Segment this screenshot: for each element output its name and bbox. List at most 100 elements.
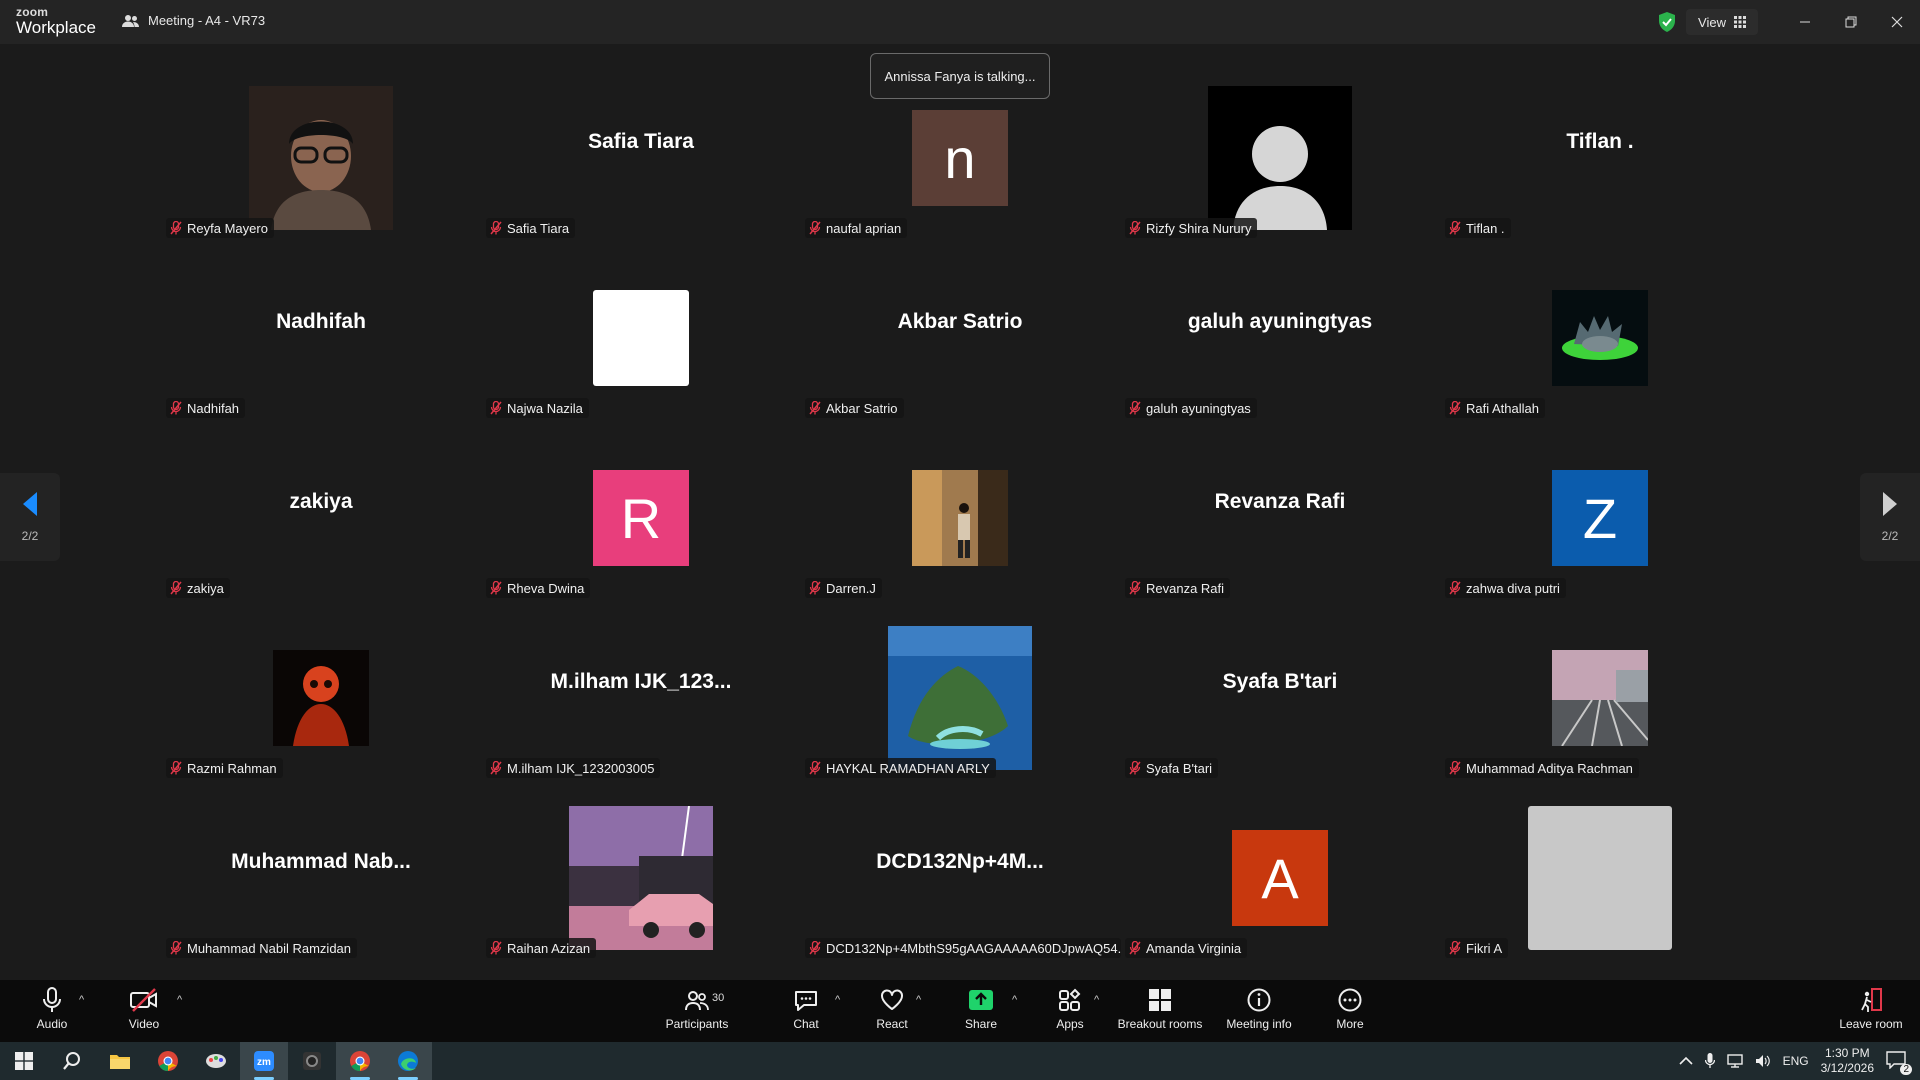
participant-tile[interactable]: Rafi Athallah bbox=[1441, 250, 1759, 426]
participant-tile[interactable]: Fikri A bbox=[1441, 790, 1759, 966]
microphone-muted-icon bbox=[490, 941, 502, 955]
participant-tile[interactable]: R Rheva Dwina bbox=[482, 430, 800, 606]
participant-name: Reyfa Mayero bbox=[187, 220, 268, 236]
participant-tile[interactable]: Zzahwa diva putri bbox=[1441, 430, 1759, 606]
tray-microphone-icon[interactable] bbox=[1704, 1053, 1715, 1069]
meeting-title-text: Meeting - A4 - VR73 bbox=[148, 13, 266, 28]
participant-name: Rafi Athallah bbox=[1466, 400, 1539, 416]
apps-button[interactable]: Apps bbox=[1050, 986, 1090, 1038]
meeting-title[interactable]: Meeting - A4 - VR73 bbox=[122, 13, 265, 28]
taskbar-app-paint[interactable] bbox=[192, 1042, 240, 1080]
clock-date: 3/12/2026 bbox=[1820, 1061, 1874, 1075]
participant-tile[interactable]: Revanza Rafi Revanza Rafi bbox=[1121, 430, 1439, 606]
breakout-rooms-label: Breakout rooms bbox=[1117, 1017, 1203, 1031]
microphone-muted-icon bbox=[1129, 761, 1141, 775]
participant-name: zahwa diva putri bbox=[1466, 580, 1560, 596]
microphone-muted-icon bbox=[1129, 401, 1141, 415]
participant-tile[interactable]: zakiya zakiya bbox=[162, 430, 480, 606]
breakout-rooms-button[interactable]: Breakout rooms bbox=[1116, 986, 1204, 1038]
react-button[interactable]: React bbox=[870, 986, 914, 1038]
chat-button[interactable]: Chat bbox=[786, 986, 826, 1038]
microphone-muted-icon bbox=[1449, 401, 1461, 415]
participant-tile[interactable]: Razmi Rahman bbox=[162, 610, 480, 786]
page-indicator-left: 2/2 bbox=[21, 529, 39, 543]
share-button[interactable]: Share bbox=[960, 986, 1002, 1038]
participant-tile[interactable]: Akbar Satrio Akbar Satrio bbox=[801, 250, 1119, 426]
chat-label: Chat bbox=[793, 1017, 819, 1031]
participant-tile[interactable]: A Amanda Virginia bbox=[1121, 790, 1439, 966]
participant-avatar bbox=[1528, 806, 1672, 950]
minimize-button[interactable] bbox=[1782, 0, 1828, 44]
participant-display-name: Muhammad Nab... bbox=[231, 850, 411, 873]
close-button[interactable] bbox=[1874, 0, 1920, 44]
participant-tile[interactable]: Muhammad Aditya Rachman bbox=[1441, 610, 1759, 786]
participant-name-label: HAYKAL RAMADHAN ARLY bbox=[805, 758, 996, 778]
participant-tile[interactable]: n naufal aprian bbox=[801, 70, 1119, 246]
next-page-button[interactable]: 2/2 bbox=[1860, 473, 1920, 561]
participant-name-label: DCD132Np+4MbthS95gAAGAAAAA60DJpwAQ54... bbox=[805, 938, 1121, 958]
participant-photo bbox=[1552, 650, 1648, 746]
participant-avatar: A bbox=[1232, 830, 1328, 926]
participant-name-label: M.ilham IJK_1232003005 bbox=[486, 758, 661, 778]
chat-icon bbox=[795, 991, 817, 1011]
previous-page-button[interactable]: 2/2 bbox=[0, 473, 60, 561]
participant-tile[interactable]: galuh ayuningtyas galuh ayuningtyas bbox=[1121, 250, 1439, 426]
volume-icon[interactable] bbox=[1755, 1054, 1771, 1068]
participant-tile[interactable]: Reyfa Mayero bbox=[162, 70, 480, 246]
video-button[interactable]: Video bbox=[122, 986, 166, 1038]
chevron-up-icon[interactable] bbox=[1679, 1056, 1693, 1066]
breakout-rooms-icon bbox=[1149, 989, 1171, 1011]
participant-name: zakiya bbox=[187, 580, 224, 596]
edge-icon bbox=[398, 1051, 418, 1071]
participant-tile[interactable]: Raihan Azizan bbox=[482, 790, 800, 966]
start-button[interactable] bbox=[0, 1042, 48, 1080]
participant-tile[interactable]: HAYKAL RAMADHAN ARLY bbox=[801, 610, 1119, 786]
microphone-muted-icon bbox=[809, 941, 821, 955]
encryption-shield-icon[interactable] bbox=[1658, 12, 1676, 32]
participant-name: Rheva Dwina bbox=[507, 580, 585, 596]
video-options-caret[interactable]: ^ bbox=[177, 994, 182, 1006]
restore-button[interactable] bbox=[1828, 0, 1874, 44]
microphone-muted-icon bbox=[1449, 941, 1461, 955]
chat-options-caret[interactable]: ^ bbox=[835, 994, 840, 1006]
taskbar-zoom[interactable]: zm bbox=[240, 1042, 288, 1080]
people-icon bbox=[122, 14, 139, 27]
leave-room-button[interactable]: Leave room bbox=[1838, 986, 1904, 1038]
avatar-letter: A bbox=[1261, 846, 1299, 910]
more-button[interactable]: More bbox=[1330, 986, 1370, 1038]
taskbar-chrome-2[interactable] bbox=[336, 1042, 384, 1080]
notification-center-button[interactable]: 2 bbox=[1886, 1051, 1912, 1075]
participant-tile[interactable]: Safia Tiara Safia Tiara bbox=[482, 70, 800, 246]
participant-tile[interactable]: Rizfy Shira Nurury bbox=[1121, 70, 1439, 246]
participant-tile[interactable]: Muhammad Nab... Muhammad Nabil Ramzidan bbox=[162, 790, 480, 966]
clock[interactable]: 1:30 PM 3/12/2026 bbox=[1821, 1046, 1874, 1076]
audio-button[interactable]: Audio bbox=[30, 986, 74, 1038]
microphone-muted-icon bbox=[1449, 221, 1461, 235]
taskbar-edge[interactable] bbox=[384, 1042, 432, 1080]
language-indicator[interactable]: ENG bbox=[1783, 1054, 1809, 1068]
participant-photo bbox=[273, 650, 369, 746]
participant-name: HAYKAL RAMADHAN ARLY bbox=[826, 760, 990, 776]
network-icon[interactable] bbox=[1726, 1054, 1743, 1068]
participant-tile[interactable]: Darren.J bbox=[801, 430, 1119, 606]
participant-tile[interactable]: DCD132Np+4M... DCD132Np+4MbthS95gAAGAAAAA… bbox=[801, 790, 1121, 966]
taskbar-camera-app[interactable] bbox=[288, 1042, 336, 1080]
participant-avatar bbox=[593, 290, 689, 386]
meeting-info-button[interactable]: Meeting info bbox=[1224, 986, 1294, 1038]
participant-tile[interactable]: Syafa B'tari Syafa B'tari bbox=[1121, 610, 1439, 786]
taskbar-file-explorer[interactable] bbox=[96, 1042, 144, 1080]
system-tray: ENG 1:30 PM 3/12/2026 2 bbox=[1679, 1042, 1920, 1080]
share-options-caret[interactable]: ^ bbox=[1012, 994, 1017, 1006]
taskbar-search-button[interactable] bbox=[48, 1042, 96, 1080]
participant-name-label: Muhammad Aditya Rachman bbox=[1445, 758, 1639, 778]
participant-tile[interactable]: Najwa Nazila bbox=[482, 250, 800, 426]
participant-name-label: Revanza Rafi bbox=[1125, 578, 1231, 598]
react-options-caret[interactable]: ^ bbox=[916, 994, 921, 1006]
apps-options-caret[interactable]: ^ bbox=[1094, 994, 1099, 1006]
view-button[interactable]: View bbox=[1686, 9, 1758, 35]
participant-tile[interactable]: Nadhifah Nadhifah bbox=[162, 250, 480, 426]
participant-tile[interactable]: Tiflan . Tiflan . bbox=[1441, 70, 1759, 246]
participant-tile[interactable]: M.ilham IJK_123... M.ilham IJK_1232003005 bbox=[482, 610, 800, 786]
audio-options-caret[interactable]: ^ bbox=[79, 994, 84, 1006]
taskbar-chrome[interactable] bbox=[144, 1042, 192, 1080]
